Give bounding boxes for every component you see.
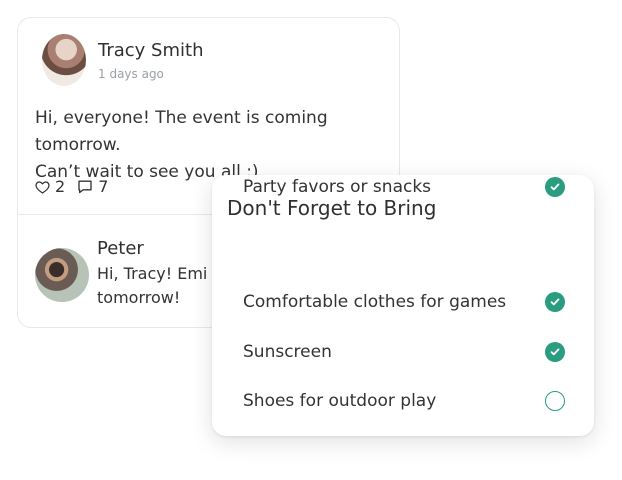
checkmark-icon (550, 298, 560, 306)
checklist-item[interactable]: Sunscreen (243, 340, 565, 364)
checklist-item-label: Party favors or snacks (243, 177, 432, 197)
comment-button[interactable]: 7 (77, 177, 108, 196)
checklist-item-label: Sunscreen (243, 342, 332, 362)
like-count: 2 (55, 177, 66, 196)
post-text: Hi, everyone! The event is coming tomorr… (35, 105, 395, 186)
reply-avatar[interactable] (35, 248, 89, 302)
check-icon[interactable] (545, 342, 565, 362)
checklist-item[interactable]: Party favors or snacks (243, 175, 565, 199)
post-header: Tracy Smith 1 days ago (42, 34, 203, 86)
checklist-item-label: Comfortable clothes for games (243, 292, 507, 312)
like-button[interactable]: 2 (35, 177, 65, 196)
author-avatar[interactable] (42, 34, 86, 86)
check-icon[interactable] (545, 292, 565, 312)
post-reactions: 2 7 (35, 177, 120, 196)
page: Tracy Smith 1 days ago Hi, everyone! The… (0, 0, 622, 480)
comment-outline-icon (78, 180, 92, 194)
empty-circle-icon[interactable] (545, 391, 565, 411)
post-text-line-1: Hi, everyone! The event is coming tomorr… (35, 108, 328, 155)
checkmark-icon (550, 348, 560, 356)
checklist-item-label: Shoes for outdoor play (243, 391, 437, 411)
author-meta: Tracy Smith 1 days ago (98, 40, 203, 82)
checklist-item[interactable]: Shoes for outdoor play (243, 389, 565, 413)
check-icon[interactable] (545, 177, 565, 197)
checkmark-icon (550, 183, 560, 191)
heart-outline-icon (35, 180, 50, 194)
author-name[interactable]: Tracy Smith (98, 40, 203, 62)
checklist-item[interactable]: Comfortable clothes for games (243, 290, 565, 314)
post-timestamp: 1 days ago (98, 67, 164, 81)
comment-count: 7 (98, 177, 109, 196)
checklist-card: Don't Forget to Bring Comfortable clothe… (212, 175, 594, 436)
